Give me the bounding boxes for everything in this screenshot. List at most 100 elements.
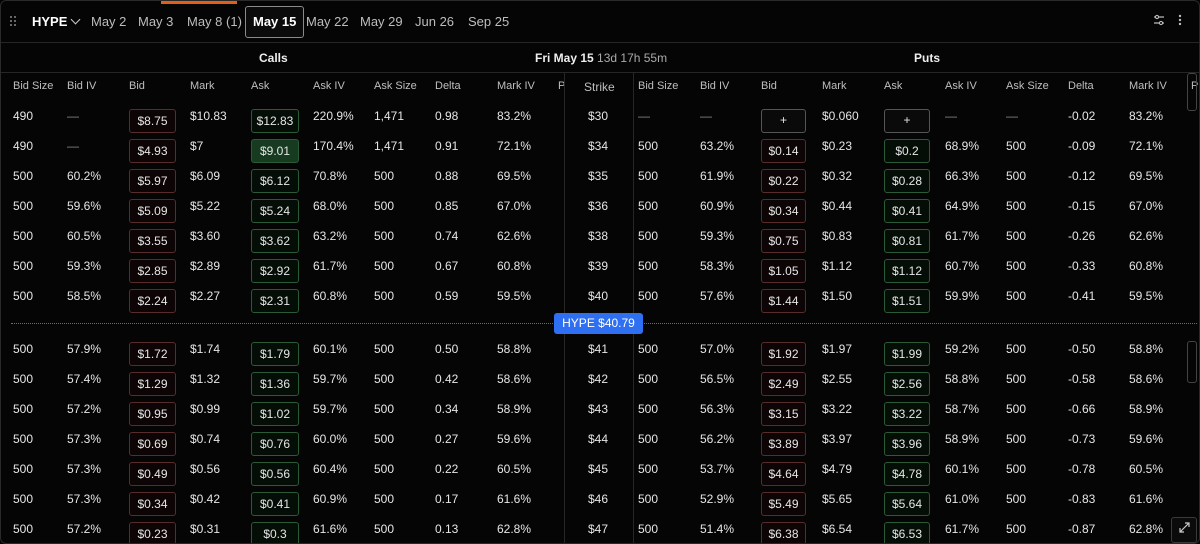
call-bid-button[interactable]: $0.95: [129, 402, 176, 426]
put-ask-button[interactable]: $1.99: [884, 342, 930, 366]
call-ask-button[interactable]: $0.3: [251, 522, 299, 543]
call-bid-button[interactable]: $2.85: [129, 259, 176, 283]
call-ask-button[interactable]: $2.31: [251, 289, 299, 313]
put-bid-button[interactable]: $4.64: [761, 462, 806, 486]
scrollbar-thumb[interactable]: [1187, 73, 1197, 111]
col-call-ask[interactable]: Ask: [251, 80, 269, 92]
put-ask-button[interactable]: $3.96: [884, 432, 930, 456]
col-call-mark[interactable]: Mark: [190, 80, 214, 92]
col-strike[interactable]: Strike: [584, 80, 615, 94]
col-put-bid-iv[interactable]: Bid IV: [700, 80, 729, 92]
call-bid-button[interactable]: $5.09: [129, 199, 176, 223]
put-ask-button[interactable]: $1.51: [884, 289, 930, 313]
col-call-ask-iv[interactable]: Ask IV: [313, 80, 345, 92]
call-bid-button[interactable]: $0.34: [129, 492, 176, 516]
call-bid-button[interactable]: $1.72: [129, 342, 176, 366]
col-put-mark[interactable]: Mark: [822, 80, 846, 92]
col-call-ask-size[interactable]: Ask Size: [374, 80, 417, 92]
call-ask-button[interactable]: $2.92: [251, 259, 299, 283]
col-call-mark-iv[interactable]: Mark IV: [497, 80, 535, 92]
call-ask-button[interactable]: $1.02: [251, 402, 299, 426]
tab-expiry[interactable]: May 8 (1): [187, 14, 242, 29]
call-bid-button[interactable]: $4.93: [129, 139, 176, 163]
tab-expiry[interactable]: Jun 26: [415, 14, 454, 29]
put-ask-button[interactable]: $0.81: [884, 229, 930, 253]
tab-expiry[interactable]: May 22: [306, 14, 349, 29]
call-ask-button[interactable]: $0.56: [251, 462, 299, 486]
call-bid-button[interactable]: $0.69: [129, 432, 176, 456]
tab-expiry[interactable]: May 2: [91, 14, 126, 29]
more-vertical-icon[interactable]: [1178, 14, 1182, 29]
put-ask-button[interactable]: $0.41: [884, 199, 930, 223]
put-ask-button[interactable]: $2.56: [884, 372, 930, 396]
drag-handle-icon[interactable]: [10, 16, 20, 28]
col-put-delta[interactable]: Delta: [1068, 80, 1094, 92]
call-ask-button[interactable]: $12.83: [251, 109, 299, 133]
put-bid-button[interactable]: $1.44: [761, 289, 806, 313]
put-ask-button[interactable]: $0.28: [884, 169, 930, 193]
col-put-ask[interactable]: Ask: [884, 80, 902, 92]
put-ask-size-cell: 500: [1006, 492, 1027, 506]
call-bid-button[interactable]: $0.23: [129, 522, 176, 543]
put-bid-button[interactable]: $0.34: [761, 199, 806, 223]
put-bid-add-button[interactable]: +: [761, 109, 806, 133]
call-ask-button[interactable]: $1.36: [251, 372, 299, 396]
tab-expiry[interactable]: May 29: [360, 14, 403, 29]
call-ask-button[interactable]: $0.76: [251, 432, 299, 456]
col-call-bid-size[interactable]: Bid Size: [13, 80, 53, 92]
call-bid-button[interactable]: $1.29: [129, 372, 176, 396]
put-bid-button[interactable]: $5.49: [761, 492, 806, 516]
put-bid-button[interactable]: $1.05: [761, 259, 806, 283]
scrollbar-thumb[interactable]: [1187, 341, 1197, 383]
put-bid-button[interactable]: $6.38: [761, 522, 806, 543]
put-bid-button[interactable]: $2.49: [761, 372, 806, 396]
put-mark-iv-cell: 72.1%: [1129, 139, 1164, 153]
put-ask-button[interactable]: $5.64: [884, 492, 930, 516]
put-bid-button[interactable]: $1.92: [761, 342, 806, 366]
call-bid-button[interactable]: $5.97: [129, 169, 176, 193]
put-ask-button[interactable]: $4.78: [884, 462, 930, 486]
col-put-ask-iv[interactable]: Ask IV: [945, 80, 977, 92]
call-bid-button[interactable]: $0.49: [129, 462, 176, 486]
call-ask-button[interactable]: $0.41: [251, 492, 299, 516]
put-bid-button[interactable]: $0.14: [761, 139, 806, 163]
call-ask-button[interactable]: $5.24: [251, 199, 299, 223]
col-call-delta[interactable]: Delta: [435, 80, 461, 92]
tab-expiry[interactable]: May 3: [138, 14, 173, 29]
asset-selector[interactable]: HYPE: [32, 14, 81, 29]
expand-icon[interactable]: [1171, 517, 1197, 543]
col-put-bid-size[interactable]: Bid Size: [638, 80, 678, 92]
put-bid-size-cell: 500: [638, 289, 659, 303]
put-bid-button[interactable]: $3.15: [761, 402, 806, 426]
put-ask-add-button[interactable]: +: [884, 109, 930, 133]
put-ask-button[interactable]: $3.22: [884, 402, 930, 426]
puts-heading: Puts: [914, 51, 941, 65]
call-bid-button[interactable]: $2.24: [129, 289, 176, 313]
call-bid-button[interactable]: $3.55: [129, 229, 176, 253]
put-mark-iv-cell: 62.6%: [1129, 229, 1164, 243]
put-mark-cell: $1.12: [822, 259, 853, 273]
call-ask-button[interactable]: $1.79: [251, 342, 299, 366]
col-put-mark-iv[interactable]: Mark IV: [1129, 80, 1167, 92]
put-ask-iv-cell: 58.7%: [945, 402, 980, 416]
col-put-bid[interactable]: Bid: [761, 80, 777, 92]
put-ask-button[interactable]: $1.12: [884, 259, 930, 283]
col-call-bid[interactable]: Bid: [129, 80, 145, 92]
put-bid-button[interactable]: $0.22: [761, 169, 806, 193]
put-bid-button[interactable]: $3.89: [761, 432, 806, 456]
tab-expiry[interactable]: Sep 25: [468, 14, 509, 29]
put-bid-button[interactable]: $0.75: [761, 229, 806, 253]
col-put-ask-size[interactable]: Ask Size: [1006, 80, 1049, 92]
call-ask-button[interactable]: $9.01: [251, 139, 299, 163]
put-ask-iv-cell: 58.9%: [945, 432, 980, 446]
put-ask-button[interactable]: $6.53: [884, 522, 930, 543]
tab-expiry-active[interactable]: May 15: [245, 6, 305, 38]
put-ask-size-cell: 500: [1006, 522, 1027, 536]
call-ask-button[interactable]: $6.12: [251, 169, 299, 193]
call-ask-button[interactable]: $3.62: [251, 229, 299, 253]
call-bid-button[interactable]: $8.75: [129, 109, 176, 133]
col-call-bid-iv[interactable]: Bid IV: [67, 80, 96, 92]
scrollbar[interactable]: [1187, 73, 1197, 541]
put-ask-button[interactable]: $0.2: [884, 139, 930, 163]
sliders-icon[interactable]: [1153, 14, 1165, 29]
